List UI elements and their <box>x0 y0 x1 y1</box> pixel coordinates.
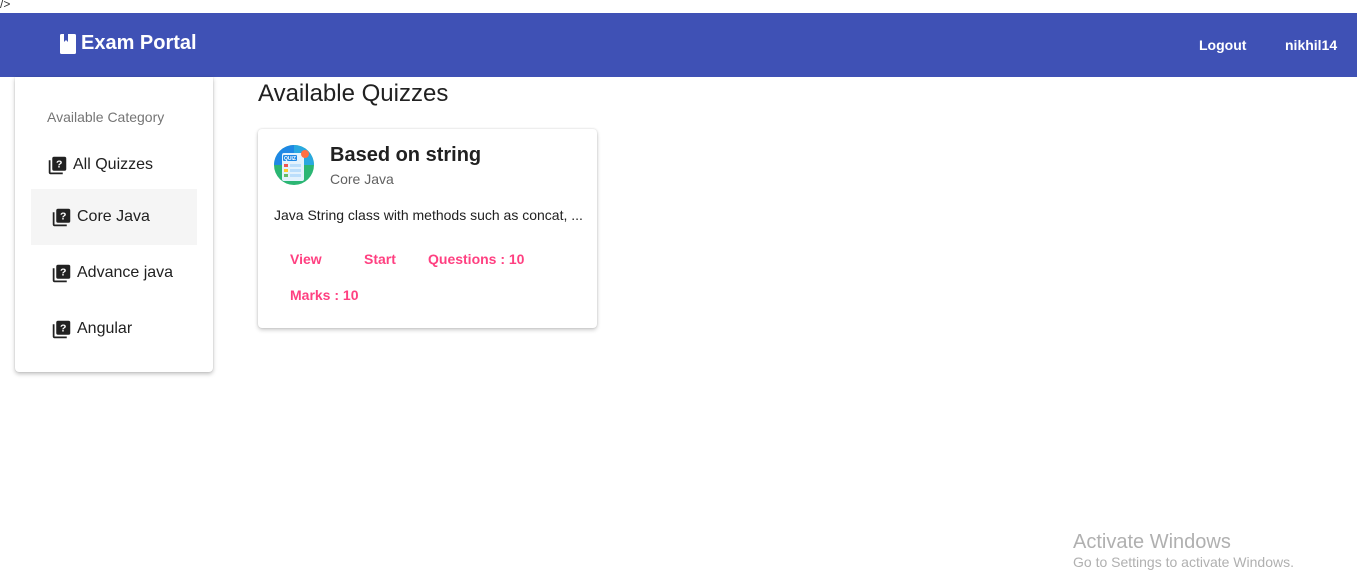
book-icon <box>60 33 76 54</box>
svg-text:?: ? <box>60 322 66 334</box>
quiz-category: Core Java <box>330 171 394 187</box>
sidebar-item-all-quizzes[interactable]: ? All Quizzes <box>47 137 213 193</box>
marks-button[interactable]: Marks : 10 <box>290 287 358 303</box>
sidebar-item-label: All Quizzes <box>73 156 154 173</box>
sidebar-item-label: Advance java <box>77 264 174 281</box>
page-title: Available Quizzes <box>258 80 449 107</box>
category-sidebar: Available Category ? All Quizzes ? Core … <box>15 77 213 372</box>
quiz-title: Based on string <box>330 144 482 166</box>
quiz-icon: ? <box>52 264 71 282</box>
activate-windows-title: Activate Windows <box>1073 531 1231 553</box>
stray-text: /> <box>0 0 11 11</box>
questions-count-button[interactable]: Questions : 10 <box>428 251 524 267</box>
logout-button[interactable]: Logout <box>1199 37 1246 53</box>
svg-text:?: ? <box>60 210 66 222</box>
quiz-card: QUIZ Based on string Core Java Java Stri… <box>258 129 597 328</box>
quiz-icon: ? <box>48 156 67 174</box>
sidebar-item-core-java[interactable]: ? Core Java <box>31 189 197 245</box>
sidebar-item-label: Core Java <box>77 208 150 225</box>
quiz-icon: ? <box>52 320 71 338</box>
app-title: Exam Portal <box>81 32 197 54</box>
svg-text:?: ? <box>56 158 62 170</box>
svg-text:QUIZ: QUIZ <box>284 156 296 162</box>
sidebar-header: Available Category <box>47 109 165 125</box>
sidebar-item-advance-java[interactable]: ? Advance java <box>31 245 197 301</box>
svg-text:?: ? <box>60 266 66 278</box>
sidebar-item-label: Angular <box>77 320 133 337</box>
view-button[interactable]: View <box>290 251 322 267</box>
top-toolbar: Exam Portal Logout nikhil14 <box>0 13 1357 77</box>
quiz-icon: ? <box>52 208 71 226</box>
user-button[interactable]: nikhil14 <box>1285 37 1337 53</box>
quiz-description: Java String class with methods such as c… <box>274 207 583 223</box>
sidebar-item-angular[interactable]: ? Angular <box>31 301 197 357</box>
brand[interactable]: Exam Portal <box>60 32 197 55</box>
activate-windows-subtitle: Go to Settings to activate Windows. <box>1073 554 1294 570</box>
start-button[interactable]: Start <box>364 251 396 267</box>
quiz-logo-icon: QUIZ <box>274 145 314 185</box>
